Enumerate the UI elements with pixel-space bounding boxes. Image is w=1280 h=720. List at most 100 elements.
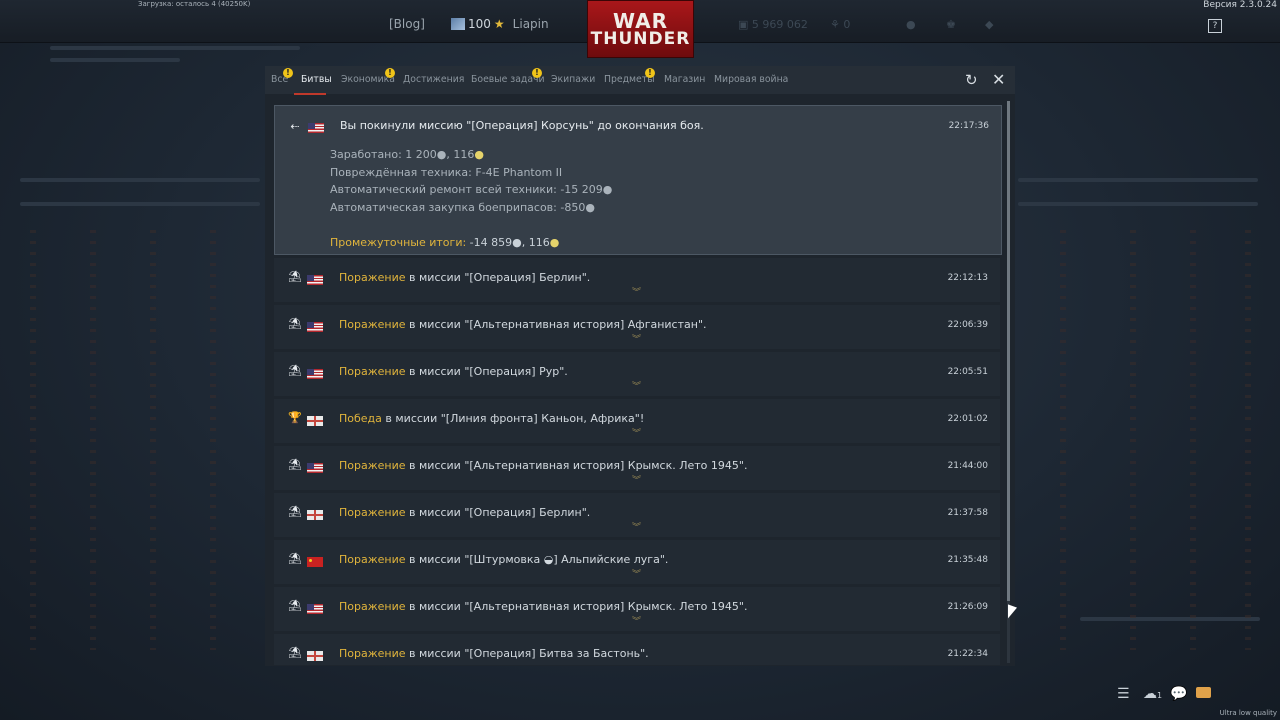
help-button[interactable]: ? [1208, 19, 1222, 33]
usa-flag-icon [307, 604, 323, 614]
tab-battle-tasks[interactable]: Боевые задачи ! [471, 68, 545, 85]
store-icon[interactable]: ◆ [985, 18, 993, 31]
mission-text: в миссии "[Линия фронта] Каньон, Африка"… [381, 412, 645, 425]
notification-row[interactable]: ⛱ Поражение в миссии "[Операция] Рур". 2… [274, 352, 1000, 396]
research-points-icon: ● [474, 148, 485, 161]
tab-label: Битвы [301, 74, 332, 85]
notification-message: Поражение в миссии "[Штурмовка ◒] Альпий… [339, 553, 668, 566]
quality-label: Ultra low quality [1219, 709, 1277, 717]
mail-icon[interactable] [1196, 687, 1211, 698]
notification-row[interactable]: ⛱ Поражение в миссии "[Операция] Битва з… [274, 634, 1000, 665]
tab-shop[interactable]: Магазин [664, 74, 705, 85]
background-column [30, 230, 36, 650]
mission-text: в миссии "[Альтернативная история] Афган… [405, 318, 707, 331]
parachute-icon: ⛱ [288, 505, 302, 518]
mission-text: в миссии "[Альтернативная история] Крымс… [405, 600, 748, 613]
usa-flag-icon [307, 369, 323, 379]
expand-chevron-icon[interactable]: ︾ [632, 477, 641, 486]
game-logo: WAR THUNDER [587, 0, 694, 58]
crown-icon[interactable]: ♚ [946, 18, 956, 31]
result-label: Победа [339, 412, 382, 425]
tab-items[interactable]: Предметы ! [604, 68, 655, 85]
notification-row[interactable]: 🏆 Победа в миссии "[Линия фронта] Каньон… [274, 399, 1000, 443]
rank-value: 100 [468, 17, 491, 31]
chat-icon[interactable]: 💬 [1170, 686, 1187, 702]
research-icon[interactable]: ● [906, 18, 916, 31]
notification-expanded[interactable]: ⇠ Вы покинули миссию "[Операция] Корсунь… [274, 105, 1002, 255]
tab-all[interactable]: Все ! [271, 68, 293, 85]
notification-time: 22:12:13 [947, 273, 988, 283]
expand-chevron-icon[interactable]: ︾ [632, 571, 641, 580]
warning-icon: ! [283, 68, 293, 78]
notification-message: Поражение в миссии "[Альтернативная исто… [339, 459, 747, 472]
tab-label: Достижения [403, 74, 465, 85]
notification-time: 21:26:09 [947, 602, 988, 612]
expand-chevron-icon[interactable]: ︾ [632, 618, 641, 627]
scrollbar[interactable] [1007, 101, 1010, 663]
notification-time: 21:37:58 [947, 508, 988, 518]
expand-chevron-icon[interactable]: ︾ [632, 336, 641, 345]
logo-text-bottom: THUNDER [590, 28, 691, 49]
player-rank[interactable]: 100 ★ Liapin [451, 17, 549, 31]
result-label: Поражение [339, 271, 406, 284]
notification-row[interactable]: ⛱ Поражение в миссии "[Альтернативная ис… [274, 446, 1000, 490]
germany-flag-icon [307, 651, 323, 661]
result-label: Поражение [339, 600, 406, 613]
notification-row[interactable]: ⛱ Поражение в миссии "[Операция] Берлин"… [274, 258, 1000, 302]
notification-row[interactable]: ⛱ Поражение в миссии "[Операция] Берлин"… [274, 493, 1000, 537]
parachute-icon: ⛱ [288, 599, 302, 612]
notification-list[interactable]: ⇠ Вы покинули миссию "[Операция] Корсунь… [273, 101, 1003, 665]
expand-chevron-icon[interactable]: ︾ [632, 524, 641, 533]
result-label: Поражение [339, 365, 406, 378]
blog-button[interactable]: [Blog] [389, 17, 425, 31]
list-icon[interactable]: ☰ [1117, 686, 1130, 702]
tab-economy[interactable]: Экономика ! [341, 68, 395, 85]
result-label: Поражение [339, 647, 406, 660]
squad-icon[interactable]: ☁1 [1143, 686, 1162, 702]
expand-chevron-icon[interactable]: ︾ [632, 430, 641, 439]
tab-label: Экипажи [551, 74, 596, 85]
notification-row[interactable]: ⛱ Поражение в миссии "[Штурмовка ◒] Альп… [274, 540, 1000, 584]
earned-text: Заработано: 1 200 [330, 148, 437, 161]
notification-message: Поражение в миссии "[Операция] Берлин". [339, 271, 590, 284]
mission-text: в миссии "[Операция] Рур". [405, 365, 568, 378]
earned-rp-text: , 116 [446, 148, 475, 161]
tab-world-war[interactable]: Мировая война [714, 74, 788, 85]
notification-time: 21:44:00 [947, 461, 988, 471]
left-mission-icon: ⇠ [290, 120, 300, 133]
close-icon[interactable]: ✕ [992, 70, 1005, 89]
loading-status: Загрузка: осталось 4 (40250K) [138, 0, 251, 8]
ussr-flag-icon [307, 557, 323, 567]
premium-display: ⚘ 0 [830, 18, 851, 31]
silver-lions-icon: ● [512, 236, 522, 249]
balance-display: ▣ 5 969 062 [738, 18, 808, 31]
tab-label: Магазин [664, 74, 706, 85]
notification-message: Поражение в миссии "[Операция] Берлин". [339, 506, 590, 519]
expand-chevron-icon[interactable]: ︾ [632, 383, 641, 392]
background-text [20, 202, 260, 206]
notification-message: Поражение в миссии "[Альтернативная исто… [339, 318, 707, 331]
notification-row[interactable]: ⛱ Поражение в миссии "[Альтернативная ис… [274, 587, 1000, 631]
background-column [1130, 230, 1136, 650]
refresh-icon[interactable]: ↻ [965, 71, 978, 89]
germany-flag-icon [307, 416, 323, 426]
active-tab-indicator [294, 93, 326, 95]
parachute-icon: ⛱ [288, 270, 302, 283]
expand-chevron-icon[interactable]: ︾ [632, 289, 641, 298]
tab-crews[interactable]: Экипажи [551, 74, 595, 85]
result-label: Поражение [339, 459, 406, 472]
notification-row[interactable]: ⛱ Поражение в миссии "[Альтернативная ис… [274, 305, 1000, 349]
trophy-icon: 🏆 [288, 411, 302, 424]
warning-icon: ! [645, 68, 655, 78]
star-icon: ★ [493, 17, 505, 31]
background-column [1060, 230, 1066, 650]
usa-flag-icon [307, 275, 323, 285]
balance-value: 5 969 062 [751, 18, 808, 31]
notifications-panel: Все ! Битвы Экономика ! Достижения Боевы… [265, 66, 1015, 666]
notification-time: 21:35:48 [947, 555, 988, 565]
notification-message: Поражение в миссии "[Операция] Битва за … [339, 647, 649, 660]
scrollbar-thumb[interactable] [1007, 101, 1010, 601]
tab-battles[interactable]: Битвы [301, 74, 332, 85]
tab-achievements[interactable]: Достижения [403, 74, 464, 85]
earned-line: Заработано: 1 200●, 116● [330, 148, 484, 161]
